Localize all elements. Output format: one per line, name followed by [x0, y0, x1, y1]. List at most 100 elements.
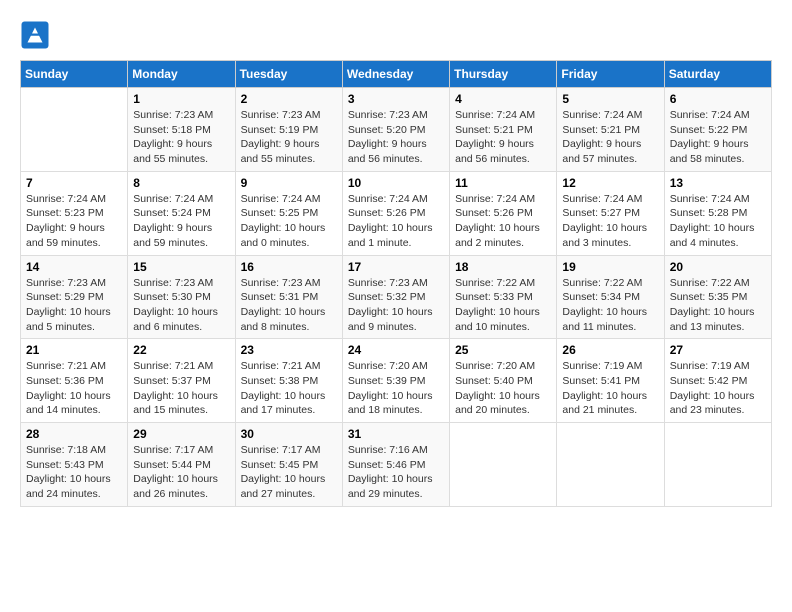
- day-detail: Sunrise: 7:18 AMSunset: 5:43 PMDaylight:…: [26, 443, 122, 502]
- day-cell: 11 Sunrise: 7:24 AMSunset: 5:26 PMDayligh…: [450, 171, 557, 255]
- week-row-3: 14 Sunrise: 7:23 AMSunset: 5:29 PMDayligh…: [21, 255, 772, 339]
- day-number: 18: [455, 260, 551, 274]
- day-detail: Sunrise: 7:20 AMSunset: 5:39 PMDaylight:…: [348, 359, 444, 418]
- day-detail: Sunrise: 7:23 AMSunset: 5:19 PMDaylight:…: [241, 108, 337, 167]
- day-detail: Sunrise: 7:24 AMSunset: 5:26 PMDaylight:…: [348, 192, 444, 251]
- day-number: 12: [562, 176, 658, 190]
- day-number: 20: [670, 260, 766, 274]
- day-cell: 7 Sunrise: 7:24 AMSunset: 5:23 PMDaylight…: [21, 171, 128, 255]
- day-detail: Sunrise: 7:22 AMSunset: 5:35 PMDaylight:…: [670, 276, 766, 335]
- day-detail: Sunrise: 7:21 AMSunset: 5:36 PMDaylight:…: [26, 359, 122, 418]
- day-cell: [21, 88, 128, 172]
- day-detail: Sunrise: 7:19 AMSunset: 5:42 PMDaylight:…: [670, 359, 766, 418]
- day-detail: Sunrise: 7:17 AMSunset: 5:44 PMDaylight:…: [133, 443, 229, 502]
- day-cell: 8 Sunrise: 7:24 AMSunset: 5:24 PMDaylight…: [128, 171, 235, 255]
- day-number: 11: [455, 176, 551, 190]
- page-header: [20, 20, 772, 50]
- day-detail: Sunrise: 7:17 AMSunset: 5:45 PMDaylight:…: [241, 443, 337, 502]
- day-number: 9: [241, 176, 337, 190]
- day-number: 27: [670, 343, 766, 357]
- day-cell: 31 Sunrise: 7:16 AMSunset: 5:46 PMDayligh…: [342, 423, 449, 507]
- day-cell: 18 Sunrise: 7:22 AMSunset: 5:33 PMDayligh…: [450, 255, 557, 339]
- logo-icon: [20, 20, 50, 50]
- day-cell: [664, 423, 771, 507]
- week-row-4: 21 Sunrise: 7:21 AMSunset: 5:36 PMDayligh…: [21, 339, 772, 423]
- day-number: 23: [241, 343, 337, 357]
- day-cell: 29 Sunrise: 7:17 AMSunset: 5:44 PMDayligh…: [128, 423, 235, 507]
- day-cell: 27 Sunrise: 7:19 AMSunset: 5:42 PMDayligh…: [664, 339, 771, 423]
- day-number: 13: [670, 176, 766, 190]
- day-detail: Sunrise: 7:23 AMSunset: 5:29 PMDaylight:…: [26, 276, 122, 335]
- calendar-table: SundayMondayTuesdayWednesdayThursdayFrid…: [20, 60, 772, 507]
- day-number: 26: [562, 343, 658, 357]
- day-cell: 2 Sunrise: 7:23 AMSunset: 5:19 PMDaylight…: [235, 88, 342, 172]
- day-detail: Sunrise: 7:19 AMSunset: 5:41 PMDaylight:…: [562, 359, 658, 418]
- day-number: 28: [26, 427, 122, 441]
- day-number: 16: [241, 260, 337, 274]
- day-number: 31: [348, 427, 444, 441]
- day-number: 14: [26, 260, 122, 274]
- col-header-thursday: Thursday: [450, 61, 557, 88]
- day-cell: 6 Sunrise: 7:24 AMSunset: 5:22 PMDaylight…: [664, 88, 771, 172]
- day-cell: [557, 423, 664, 507]
- day-detail: Sunrise: 7:24 AMSunset: 5:22 PMDaylight:…: [670, 108, 766, 167]
- day-number: 25: [455, 343, 551, 357]
- week-row-2: 7 Sunrise: 7:24 AMSunset: 5:23 PMDaylight…: [21, 171, 772, 255]
- day-cell: 19 Sunrise: 7:22 AMSunset: 5:34 PMDayligh…: [557, 255, 664, 339]
- day-cell: 3Sunrise: 7:23 AMSunset: 5:20 PMDaylight…: [342, 88, 449, 172]
- day-number: 4: [455, 92, 551, 106]
- day-number: 30: [241, 427, 337, 441]
- day-number: 22: [133, 343, 229, 357]
- col-header-sunday: Sunday: [21, 61, 128, 88]
- day-detail: Sunrise: 7:24 AMSunset: 5:24 PMDaylight:…: [133, 192, 229, 251]
- col-header-tuesday: Tuesday: [235, 61, 342, 88]
- day-number: 1: [133, 92, 229, 106]
- day-detail: Sunrise: 7:21 AMSunset: 5:38 PMDaylight:…: [241, 359, 337, 418]
- day-cell: 17 Sunrise: 7:23 AMSunset: 5:32 PMDayligh…: [342, 255, 449, 339]
- col-header-monday: Monday: [128, 61, 235, 88]
- day-number: 29: [133, 427, 229, 441]
- day-number: 2: [241, 92, 337, 106]
- day-cell: 13Sunrise: 7:24 AMSunset: 5:28 PMDayligh…: [664, 171, 771, 255]
- day-detail: Sunrise: 7:24 AMSunset: 5:23 PMDaylight:…: [26, 192, 122, 251]
- day-number: 17: [348, 260, 444, 274]
- day-detail: Sunrise: 7:23 AMSunset: 5:31 PMDaylight:…: [241, 276, 337, 335]
- week-row-5: 28 Sunrise: 7:18 AMSunset: 5:43 PMDayligh…: [21, 423, 772, 507]
- day-detail: Sunrise: 7:22 AMSunset: 5:34 PMDaylight:…: [562, 276, 658, 335]
- day-number: 8: [133, 176, 229, 190]
- day-detail: Sunrise: 7:23 AMSunset: 5:32 PMDaylight:…: [348, 276, 444, 335]
- day-number: 15: [133, 260, 229, 274]
- day-number: 24: [348, 343, 444, 357]
- col-header-friday: Friday: [557, 61, 664, 88]
- day-cell: 14 Sunrise: 7:23 AMSunset: 5:29 PMDayligh…: [21, 255, 128, 339]
- day-detail: Sunrise: 7:20 AMSunset: 5:40 PMDaylight:…: [455, 359, 551, 418]
- day-number: 10: [348, 176, 444, 190]
- day-detail: Sunrise: 7:16 AMSunset: 5:46 PMDaylight:…: [348, 443, 444, 502]
- day-cell: 26 Sunrise: 7:19 AMSunset: 5:41 PMDayligh…: [557, 339, 664, 423]
- day-cell: 15Sunrise: 7:23 AMSunset: 5:30 PMDayligh…: [128, 255, 235, 339]
- logo: [20, 20, 54, 50]
- day-detail: Sunrise: 7:23 AMSunset: 5:18 PMDaylight:…: [133, 108, 229, 167]
- day-cell: 22 Sunrise: 7:21 AMSunset: 5:37 PMDayligh…: [128, 339, 235, 423]
- day-number: 7: [26, 176, 122, 190]
- day-detail: Sunrise: 7:22 AMSunset: 5:33 PMDaylight:…: [455, 276, 551, 335]
- day-cell: 28 Sunrise: 7:18 AMSunset: 5:43 PMDayligh…: [21, 423, 128, 507]
- header-row: SundayMondayTuesdayWednesdayThursdayFrid…: [21, 61, 772, 88]
- day-detail: Sunrise: 7:24 AMSunset: 5:21 PMDaylight:…: [455, 108, 551, 167]
- day-cell: 5Sunrise: 7:24 AMSunset: 5:21 PMDaylight…: [557, 88, 664, 172]
- day-cell: [450, 423, 557, 507]
- day-cell: 4 Sunrise: 7:24 AMSunset: 5:21 PMDaylight…: [450, 88, 557, 172]
- day-number: 6: [670, 92, 766, 106]
- day-number: 19: [562, 260, 658, 274]
- day-cell: 21 Sunrise: 7:21 AMSunset: 5:36 PMDayligh…: [21, 339, 128, 423]
- day-detail: Sunrise: 7:21 AMSunset: 5:37 PMDaylight:…: [133, 359, 229, 418]
- day-cell: 1 Sunrise: 7:23 AMSunset: 5:18 PMDaylight…: [128, 88, 235, 172]
- day-cell: 24 Sunrise: 7:20 AMSunset: 5:39 PMDayligh…: [342, 339, 449, 423]
- col-header-saturday: Saturday: [664, 61, 771, 88]
- day-detail: Sunrise: 7:24 AMSunset: 5:25 PMDaylight:…: [241, 192, 337, 251]
- day-cell: 12 Sunrise: 7:24 AMSunset: 5:27 PMDayligh…: [557, 171, 664, 255]
- day-cell: 16 Sunrise: 7:23 AMSunset: 5:31 PMDayligh…: [235, 255, 342, 339]
- day-number: 21: [26, 343, 122, 357]
- day-detail: Sunrise: 7:24 AMSunset: 5:27 PMDaylight:…: [562, 192, 658, 251]
- day-detail: Sunrise: 7:24 AMSunset: 5:26 PMDaylight:…: [455, 192, 551, 251]
